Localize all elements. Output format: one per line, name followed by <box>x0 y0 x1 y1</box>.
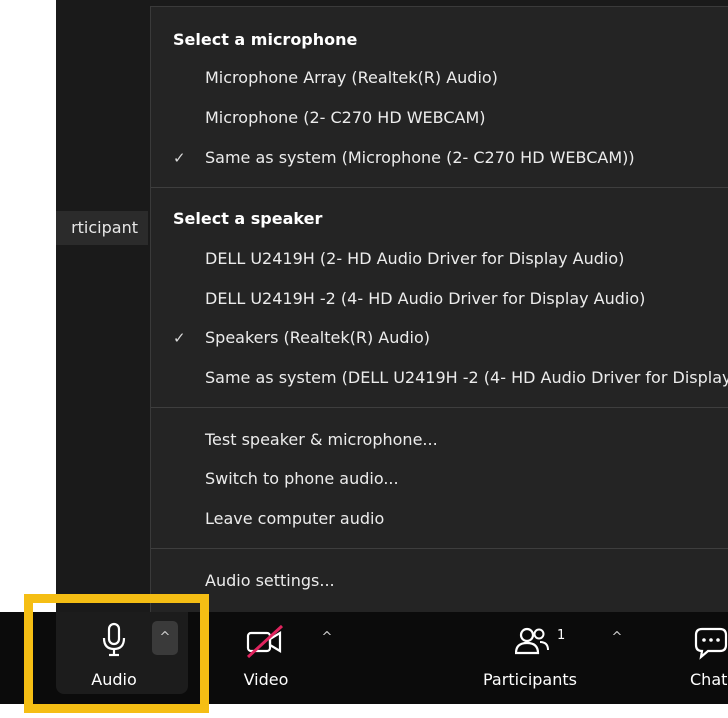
audio-options-menu: Select a microphone Microphone Array (Re… <box>150 6 728 612</box>
switch-to-phone-audio-item[interactable]: Switch to phone audio... <box>151 459 728 499</box>
microphone-option-webcam[interactable]: Microphone (2- C270 HD WEBCAM) <box>151 98 728 138</box>
test-speaker-microphone-item[interactable]: Test speaker & microphone... <box>151 420 728 460</box>
audio-highlight-frame <box>24 594 209 713</box>
menu-item-label: Audio settings... <box>205 571 335 590</box>
checkmark-icon: ✓ <box>173 149 186 167</box>
menu-item-label: Microphone Array (Realtek(R) Audio) <box>205 68 498 87</box>
participant-name-label: rticipant <box>71 218 138 237</box>
menu-item-label: Speakers (Realtek(R) Audio) <box>205 328 431 347</box>
participants-count-badge: 1 <box>557 628 566 643</box>
menu-divider <box>151 407 728 408</box>
chat-icon[interactable] <box>694 626 728 660</box>
video-off-icon[interactable] <box>244 624 290 660</box>
microphone-option-same-as-system[interactable]: ✓ Same as system (Microphone (2- C270 HD… <box>151 138 728 178</box>
menu-item-label: Leave computer audio <box>205 509 385 528</box>
speaker-section-title: Select a speaker <box>173 209 323 228</box>
menu-item-label: Switch to phone audio... <box>205 469 399 488</box>
menu-item-label: Microphone (2- C270 HD WEBCAM) <box>205 108 486 127</box>
menu-divider <box>151 187 728 188</box>
microphone-section-title: Select a microphone <box>173 30 358 49</box>
speaker-option-dell-4[interactable]: DELL U2419H -2 (4- HD Audio Driver for D… <box>151 279 728 319</box>
leave-computer-audio-item[interactable]: Leave computer audio <box>151 499 728 539</box>
video-options-caret[interactable]: ^ <box>314 621 340 655</box>
speaker-option-realtek[interactable]: ✓ Speakers (Realtek(R) Audio) <box>151 318 728 358</box>
menu-divider <box>151 548 728 549</box>
chat-button-label: Chat <box>690 670 728 689</box>
participants-options-caret[interactable]: ^ <box>604 621 630 655</box>
participants-button-label: Participants <box>483 670 577 689</box>
video-button-label: Video <box>243 670 289 689</box>
zoom-meeting-window: rticipant Select a microphone Microphone… <box>0 0 728 718</box>
menu-item-label: Same as system (DELL U2419H -2 (4- HD Au… <box>205 368 728 387</box>
speaker-option-dell-2[interactable]: DELL U2419H (2- HD Audio Driver for Disp… <box>151 239 728 279</box>
participants-icon[interactable] <box>515 626 549 656</box>
audio-settings-item[interactable]: Audio settings... <box>151 561 728 601</box>
checkmark-icon: ✓ <box>173 329 186 347</box>
menu-item-label: DELL U2419H -2 (4- HD Audio Driver for D… <box>205 289 646 308</box>
menu-item-label: DELL U2419H (2- HD Audio Driver for Disp… <box>205 249 625 268</box>
speaker-option-same-as-system[interactable]: Same as system (DELL U2419H -2 (4- HD Au… <box>151 358 728 398</box>
participant-name-tab: rticipant <box>56 211 148 245</box>
menu-item-label: Test speaker & microphone... <box>205 430 438 449</box>
microphone-option-realtek[interactable]: Microphone Array (Realtek(R) Audio) <box>151 58 728 98</box>
menu-item-label: Same as system (Microphone (2- C270 HD W… <box>205 148 635 167</box>
